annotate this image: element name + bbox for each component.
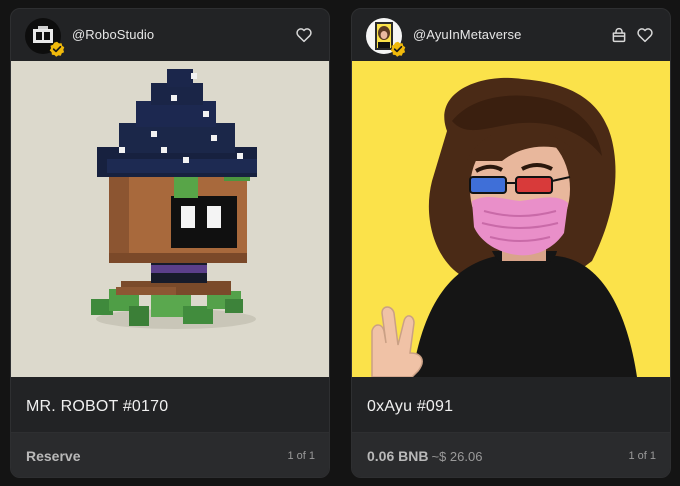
card-footer: 0.06 BNB ~$ 26.06 1 of 1 xyxy=(352,433,670,477)
nft-title[interactable]: 0xAyu #091 xyxy=(367,398,453,416)
nft-card[interactable]: @AyuInMetaverse 0xAyu #091 0.06 BNB ~$ 2… xyxy=(351,8,671,478)
nft-title[interactable]: MR. ROBOT #0170 xyxy=(26,398,168,416)
card-header: @RoboStudio xyxy=(11,9,329,61)
reserve-status: Reserve xyxy=(26,448,81,464)
masked-woman-artwork xyxy=(352,61,670,377)
verified-badge-icon xyxy=(390,41,406,57)
card-footer: Reserve 1 of 1 xyxy=(11,433,329,477)
creator-avatar[interactable] xyxy=(25,18,65,57)
verified-badge-icon xyxy=(49,41,65,57)
card-header: @AyuInMetaverse xyxy=(352,9,670,61)
creator-handle[interactable]: @RoboStudio xyxy=(72,27,154,42)
card-title-row[interactable]: MR. ROBOT #0170 xyxy=(11,377,329,433)
price-bnb: 0.06 BNB xyxy=(367,448,429,464)
creator-avatar[interactable] xyxy=(366,18,406,57)
creator-handle[interactable]: @AyuInMetaverse xyxy=(413,27,521,42)
nft-card[interactable]: @RoboStudio MR. ROBOT #0170 Reserve 1 of… xyxy=(10,8,330,478)
nft-artwork[interactable] xyxy=(352,61,670,377)
shopping-bag-icon[interactable] xyxy=(610,26,628,44)
price-usd: ~$ 26.06 xyxy=(431,449,483,464)
price-label: 0.06 BNB ~$ 26.06 xyxy=(367,448,482,464)
nft-artwork[interactable] xyxy=(11,61,329,377)
robot-wizard-artwork xyxy=(11,61,329,377)
edition-count: 1 of 1 xyxy=(628,450,656,462)
heart-icon[interactable] xyxy=(295,26,313,44)
heart-icon[interactable] xyxy=(636,26,654,44)
edition-count: 1 of 1 xyxy=(287,450,315,462)
card-title-row[interactable]: 0xAyu #091 xyxy=(352,377,670,433)
